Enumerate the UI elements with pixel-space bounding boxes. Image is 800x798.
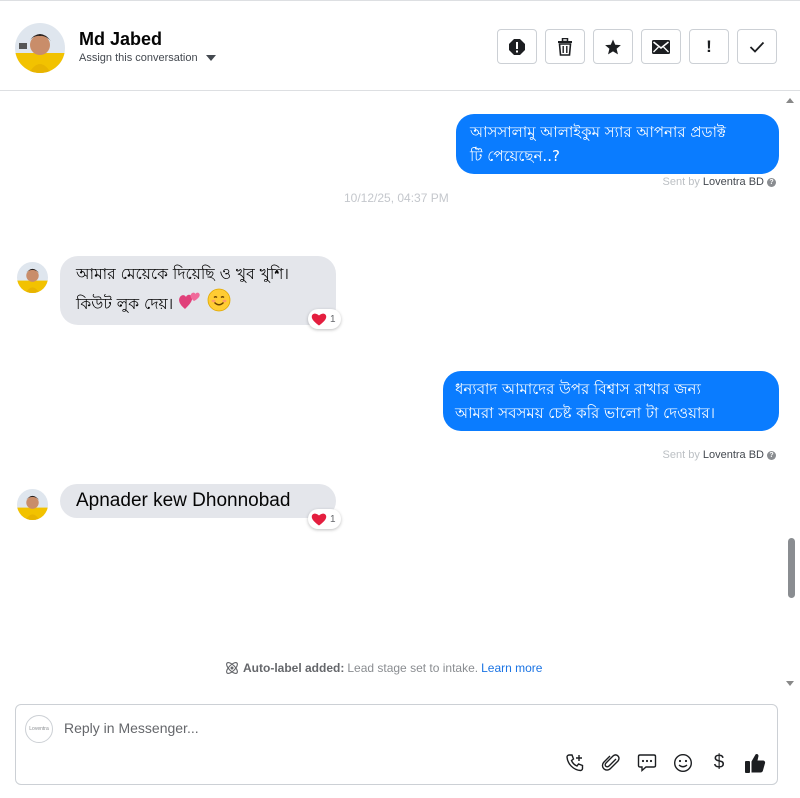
chat-bubble-icon: [637, 754, 657, 773]
message-reaction[interactable]: 1: [308, 309, 341, 329]
conversation-header: Md Jabed Assign this conversation !: [0, 0, 800, 91]
thumbs-up-icon: [745, 754, 766, 773]
dollar-icon: $: [713, 752, 725, 773]
info-icon[interactable]: ?: [767, 450, 776, 460]
auto-label-notice: Auto-label added: Lead stage set to inta…: [224, 660, 542, 676]
smiley-icon: [673, 753, 693, 773]
message-text: Apnader kew Dhonnobad: [76, 490, 291, 511]
two-hearts-emoji-icon: [178, 289, 202, 320]
star-icon: [605, 39, 621, 54]
smiling-face-emoji-icon: [207, 288, 231, 321]
call-add-icon: [566, 754, 584, 772]
sent-by-prefix: Sent by: [662, 176, 700, 188]
message-text-line-with-emoji: কিউট লুক দেয়।: [76, 288, 320, 321]
assign-label: Assign this conversation: [79, 52, 198, 64]
exclamation-icon: !: [706, 36, 712, 56]
sent-by-prefix: Sent by: [662, 449, 700, 461]
paperclip-icon: [601, 754, 620, 771]
header-actions: !: [497, 29, 777, 64]
auto-label-title: Auto-label added:: [243, 661, 345, 675]
attach-button[interactable]: [600, 752, 622, 774]
mark-done-button[interactable]: [737, 29, 777, 64]
like-button[interactable]: [744, 752, 766, 774]
contact-avatar[interactable]: [15, 23, 65, 73]
heart-icon: [311, 313, 327, 326]
follow-up-button[interactable]: !: [689, 29, 729, 64]
message-text-line: আমার মেয়েকে দিয়েছি ও খুব খুশি।: [76, 265, 289, 283]
assign-conversation-dropdown[interactable]: Assign this conversation: [79, 52, 216, 64]
scrollbar-thumb[interactable]: [788, 538, 795, 598]
scroll-down-arrow-icon[interactable]: [786, 681, 794, 686]
message-outgoing[interactable]: আসসালামু আলাইকুম স্যার আপনার প্রডাক্ট টি…: [456, 114, 779, 174]
report-icon: [509, 38, 525, 55]
message-text-line: টি পেয়েছেন..?: [470, 147, 560, 165]
atom-icon: [226, 662, 238, 674]
composer-tools: $: [564, 752, 766, 774]
message-text-line: আমরা সবসময় চেষ্ট করি ভালো টা দেওয়ার।: [455, 404, 715, 422]
star-button[interactable]: [593, 29, 633, 64]
message-reaction[interactable]: 1: [308, 509, 341, 529]
message-timestamp: 10/12/25, 04:37 PM: [344, 191, 449, 205]
sent-by-label: Sent by Loventra BD ?: [663, 449, 776, 461]
mark-unread-button[interactable]: [641, 29, 681, 64]
page-avatar: Loventra: [25, 715, 53, 743]
delete-button[interactable]: [545, 29, 585, 64]
contact-name: Md Jabed: [79, 29, 163, 49]
sent-by-name: Loventra BD: [702, 449, 764, 461]
reply-composer: Loventra $: [15, 704, 778, 785]
saved-replies-button[interactable]: [636, 752, 658, 774]
message-incoming[interactable]: আমার মেয়েকে দিয়েছি ও খুব খুশি। কিউট লু…: [60, 256, 336, 325]
scroll-up-arrow-icon[interactable]: [786, 98, 794, 103]
envelope-icon: [652, 39, 670, 54]
learn-more-link[interactable]: Learn more: [481, 661, 542, 675]
chevron-down-icon: [205, 55, 216, 61]
reaction-count: 1: [330, 313, 336, 325]
trash-icon: [558, 37, 572, 56]
heart-icon: [311, 513, 327, 526]
report-button[interactable]: [497, 29, 537, 64]
message-incoming[interactable]: Apnader kew Dhonnobad: [60, 484, 336, 518]
message-text-line: ধন্যবাদ আমাদের উপর বিশ্বাস রাখার জন্য: [455, 380, 701, 398]
contact-avatar-small[interactable]: [17, 489, 48, 520]
message-scrollbar[interactable]: [784, 92, 800, 692]
emoji-button[interactable]: [672, 752, 694, 774]
reaction-count: 1: [330, 513, 336, 525]
check-icon: [749, 41, 765, 53]
call-button[interactable]: [564, 752, 586, 774]
message-text-line: আসসালামু আলাইকুম স্যার আপনার প্রডাক্ট: [470, 123, 726, 141]
info-icon[interactable]: ?: [767, 177, 776, 187]
sent-by-label: Sent by Loventra BD ?: [663, 176, 776, 188]
auto-label-text: Lead stage set to intake.: [347, 661, 479, 675]
message-outgoing[interactable]: ধন্যবাদ আমাদের উপর বিশ্বাস রাখার জন্য আম…: [443, 371, 779, 431]
contact-avatar-small[interactable]: [17, 262, 48, 293]
message-text: কিউট লুক দেয়।: [76, 295, 174, 313]
sent-by-name: Loventra BD: [702, 176, 764, 188]
reply-input[interactable]: [64, 719, 704, 737]
payment-button[interactable]: $: [708, 752, 730, 774]
